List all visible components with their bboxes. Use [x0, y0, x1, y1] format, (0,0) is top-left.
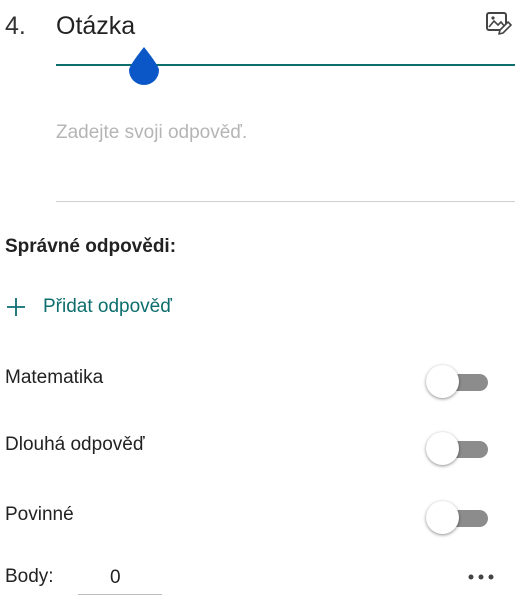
- required-toggle[interactable]: [424, 500, 490, 536]
- toggle-knob: [426, 365, 459, 398]
- toggle-knob: [426, 501, 459, 534]
- answer-underline: [56, 201, 515, 202]
- points-input[interactable]: [78, 561, 162, 595]
- image-edit-icon[interactable]: [484, 9, 512, 37]
- title-underline: [56, 64, 515, 66]
- answer-input[interactable]: [56, 108, 515, 158]
- long-answer-toggle[interactable]: [424, 431, 490, 467]
- slider-handle[interactable]: [126, 45, 162, 85]
- add-answer-label: Přidat odpověď: [43, 296, 172, 317]
- more-horizontal-icon[interactable]: [466, 567, 496, 587]
- math-toggle[interactable]: [424, 364, 490, 400]
- points-label: Body:: [5, 566, 54, 587]
- question-title[interactable]: Otázka: [56, 12, 135, 41]
- required-label: Povinné: [5, 504, 74, 525]
- correct-answers-label: Správné odpovědi:: [5, 236, 177, 257]
- toggle-knob: [426, 432, 459, 465]
- add-answer-button[interactable]: Přidat odpověď: [5, 290, 172, 324]
- plus-icon: [7, 298, 25, 316]
- long-answer-label: Dlouhá odpověď: [5, 434, 145, 455]
- math-label: Matematika: [5, 367, 104, 388]
- question-number: 4.: [5, 12, 26, 40]
